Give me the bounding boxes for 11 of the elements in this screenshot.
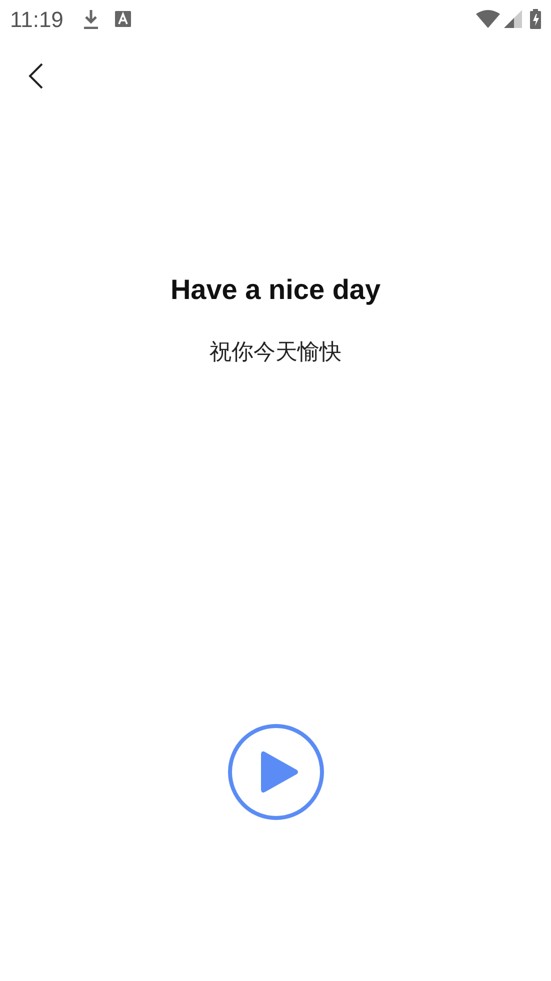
back-icon bbox=[28, 62, 44, 90]
play-button[interactable] bbox=[228, 724, 324, 820]
download-icon bbox=[83, 9, 100, 29]
signal-icon bbox=[504, 10, 522, 28]
app-icon bbox=[115, 11, 132, 27]
battery-icon bbox=[530, 9, 541, 29]
play-icon bbox=[260, 750, 298, 794]
english-sentence: Have a nice day bbox=[170, 273, 381, 307]
wifi-icon bbox=[476, 10, 500, 28]
chinese-translation: 祝你今天愉快 bbox=[210, 339, 342, 367]
status-time: 11:19 bbox=[10, 6, 64, 34]
